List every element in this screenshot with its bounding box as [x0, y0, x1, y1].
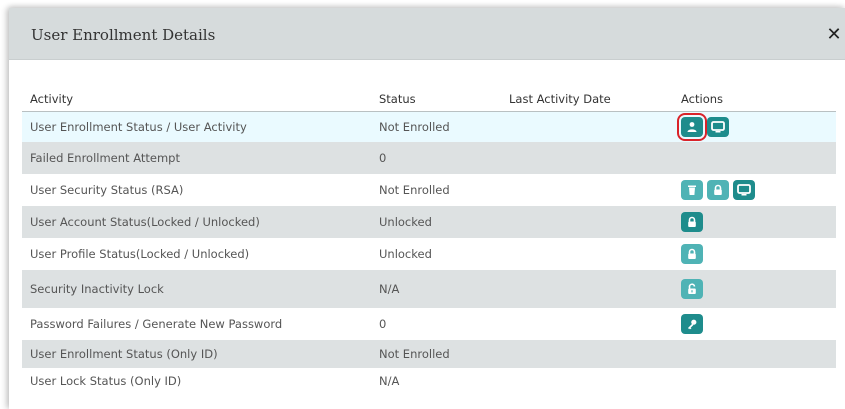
monitor-icon	[737, 184, 751, 196]
user-enrollment-modal: User Enrollment Details ✕ Activity Statu…	[9, 8, 845, 409]
status-cell: Unlocked	[379, 247, 432, 261]
activity-cell: Failed Enrollment Attempt	[30, 151, 180, 165]
column-header-status: Status	[379, 92, 416, 106]
status-cell: Not Enrolled	[379, 120, 450, 134]
key-icon	[688, 319, 697, 330]
generate-password-button[interactable]	[681, 314, 703, 334]
activity-cell: User Enrollment Status (Only ID)	[30, 347, 218, 361]
lock-icon	[714, 184, 722, 195]
lock-profile-button[interactable]	[681, 244, 703, 264]
lock-icon	[688, 248, 696, 259]
table-row: Failed Enrollment Attempt 0	[22, 142, 836, 174]
column-header-activity: Activity	[30, 92, 74, 106]
column-header-last-activity-date: Last Activity Date	[509, 92, 611, 106]
table-row: Security Inactivity Lock N/A	[22, 270, 836, 308]
status-cell: 0	[379, 151, 387, 165]
status-cell: Not Enrolled	[379, 347, 450, 361]
status-cell: N/A	[379, 282, 400, 296]
actions-cell	[681, 244, 703, 264]
view-rsa-button[interactable]	[733, 180, 755, 200]
modal-header: User Enrollment Details ✕	[9, 8, 845, 60]
status-cell: 0	[379, 317, 387, 331]
modal-title: User Enrollment Details	[31, 26, 216, 44]
unlock-inactivity-button[interactable]	[681, 279, 703, 299]
table-row: User Profile Status(Locked / Unlocked) U…	[22, 238, 836, 270]
table-row: User Enrollment Status / User Activity N…	[22, 112, 836, 142]
activity-cell: User Profile Status(Locked / Unlocked)	[30, 247, 250, 261]
status-cell: Not Enrolled	[379, 183, 450, 197]
lock-icon	[688, 216, 696, 227]
actions-cell	[677, 113, 729, 141]
user-icon	[687, 122, 697, 132]
activity-cell: User Security Status (RSA)	[30, 183, 184, 197]
actions-cell	[681, 314, 703, 334]
close-button[interactable]: ✕	[823, 22, 845, 48]
view-activity-button[interactable]	[707, 117, 729, 137]
activity-cell: User Enrollment Status / User Activity	[30, 120, 247, 134]
actions-cell	[681, 212, 703, 232]
lock-rsa-button[interactable]	[707, 180, 729, 200]
trash-icon	[688, 185, 696, 195]
activity-cell: Password Failures / Generate New Passwor…	[30, 317, 283, 331]
table-row: Password Failures / Generate New Passwor…	[22, 308, 836, 340]
activity-cell: User Account Status(Locked / Unlocked)	[30, 215, 260, 229]
table-row: User Account Status(Locked / Unlocked) U…	[22, 206, 836, 238]
activity-cell: Security Inactivity Lock	[30, 282, 164, 296]
table-row: User Enrollment Status (Only ID) Not Enr…	[22, 340, 836, 368]
activity-cell: User Lock Status (Only ID)	[30, 374, 182, 388]
column-header-actions: Actions	[681, 92, 724, 106]
enrollment-table: Activity Status Last Activity Date Actio…	[22, 82, 836, 394]
status-cell: N/A	[379, 374, 400, 388]
status-cell: Unlocked	[379, 215, 432, 229]
delete-rsa-button[interactable]	[681, 180, 703, 200]
actions-cell	[681, 180, 755, 200]
table-row: User Security Status (RSA) Not Enrolled	[22, 174, 836, 206]
actions-cell	[681, 279, 703, 299]
table-header: Activity Status Last Activity Date Actio…	[22, 82, 836, 112]
monitor-icon	[711, 121, 725, 133]
unlock-icon	[688, 283, 696, 294]
close-icon: ✕	[826, 24, 842, 45]
user-activity-button[interactable]	[677, 113, 707, 141]
lock-account-button[interactable]	[681, 212, 703, 232]
table-row: User Lock Status (Only ID) N/A	[22, 368, 836, 394]
